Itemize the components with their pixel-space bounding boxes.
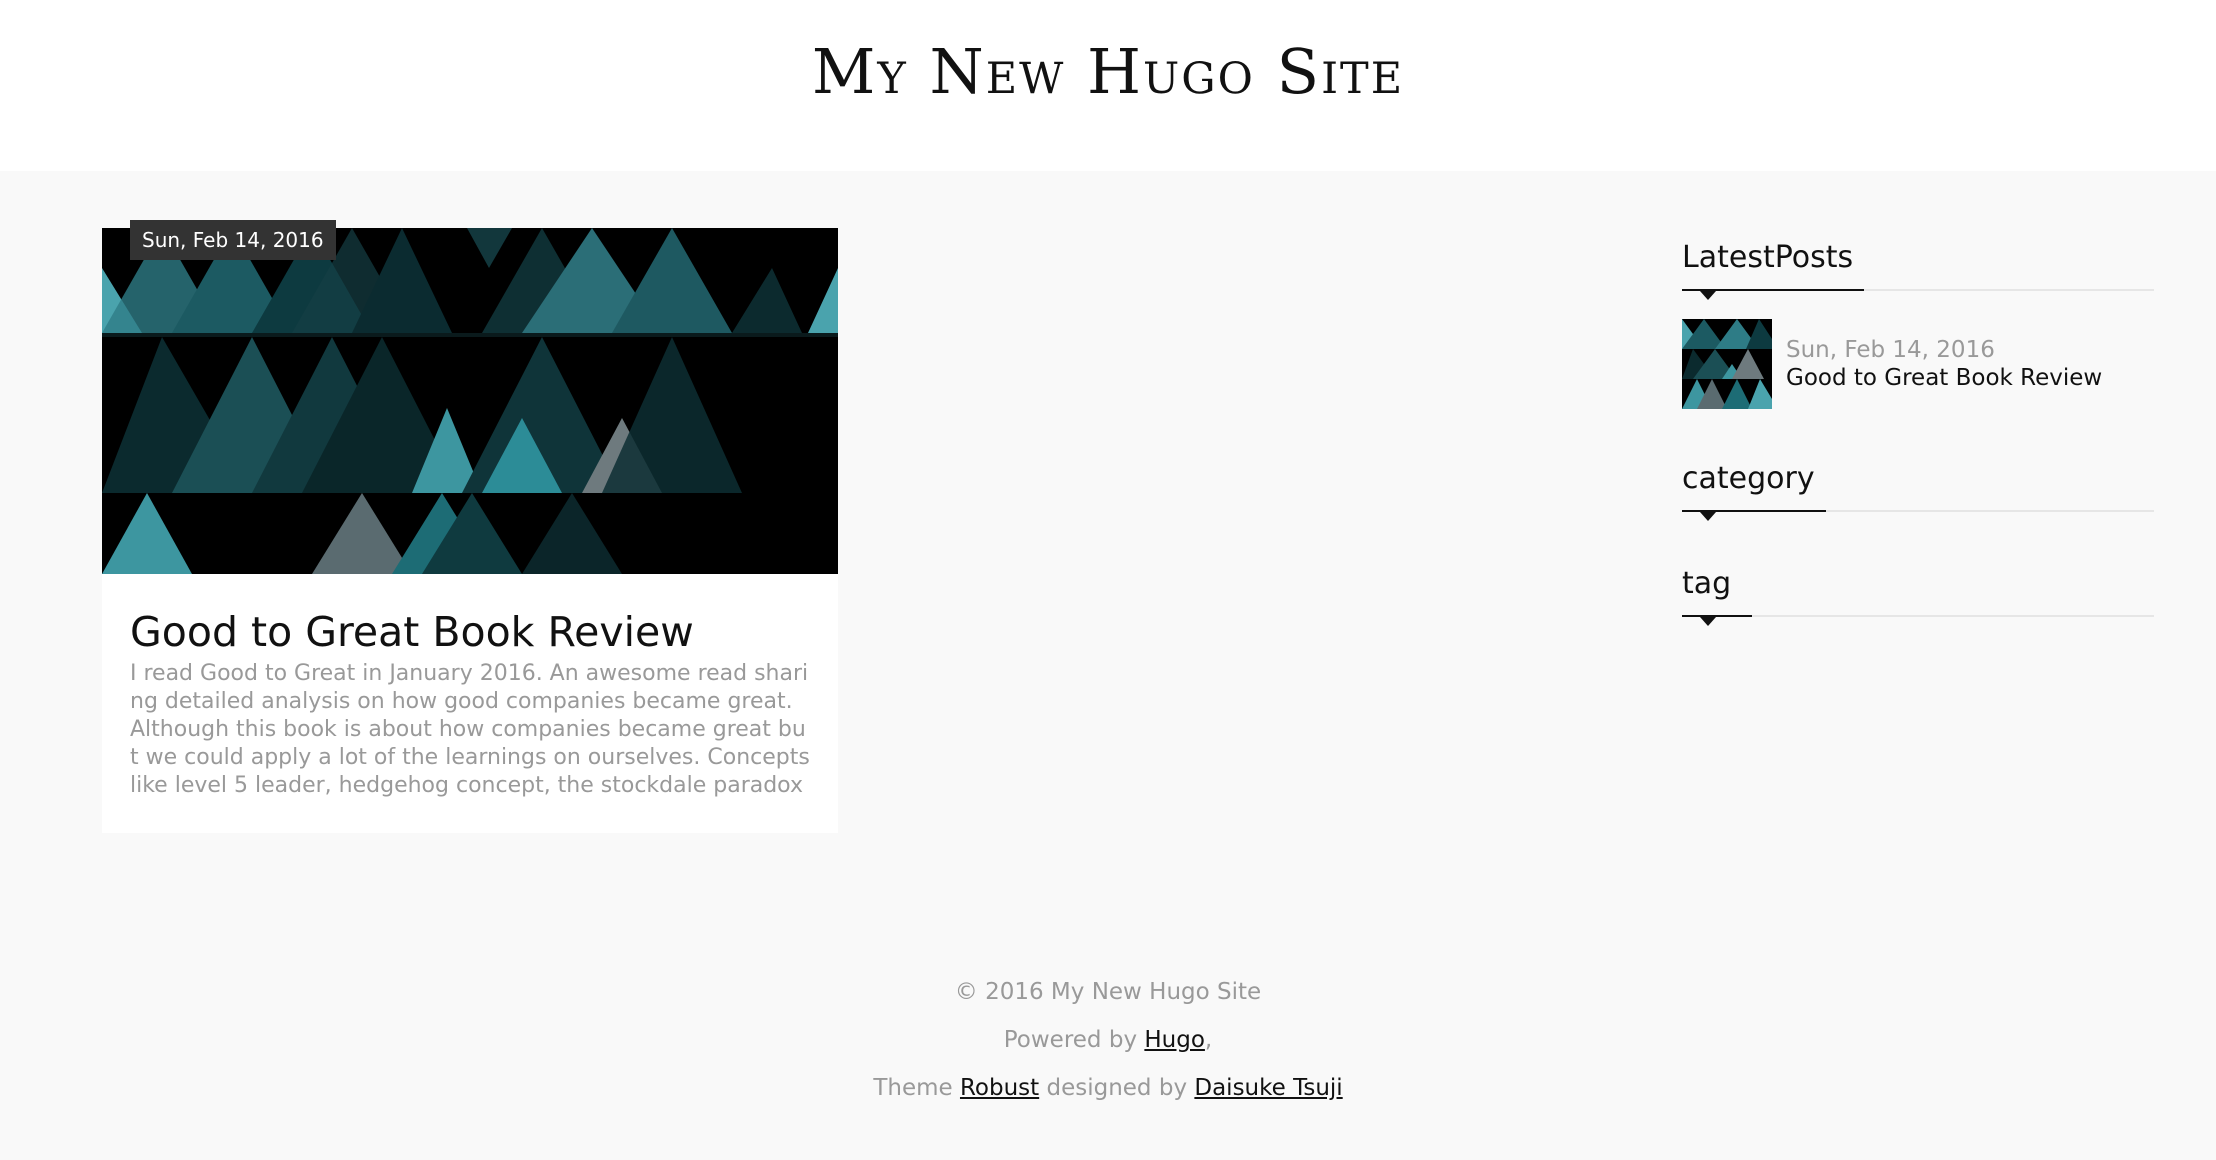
copyright-text: © 2016 My New Hugo Site <box>954 979 1262 1005</box>
widget-divider <box>1682 510 2154 521</box>
latest-post-text: Sun, Feb 14, 2016 Good to Great Book Rev… <box>1786 336 2102 392</box>
caret-down-icon <box>1700 512 1716 521</box>
category-heading: category <box>1682 461 1815 496</box>
triangle-pattern-image <box>102 228 838 574</box>
post-card[interactable]: Sun, Feb 14, 2016 Good to Great Book Rev… <box>102 220 838 833</box>
powered-by-label: Powered by <box>1003 1027 1138 1053</box>
tag-widget: tag <box>1682 566 2154 626</box>
theme-line: Theme Robust designed by Daisuke Tsuji <box>0 1068 2216 1116</box>
divider-accent <box>1682 615 1752 617</box>
latest-post-item[interactable]: Sun, Feb 14, 2016 Good to Great Book Rev… <box>1682 319 2154 409</box>
latest-post-date: Sun, Feb 14, 2016 <box>1786 337 1995 363</box>
triangle-pattern-image <box>1682 319 1772 409</box>
site-header: My New Hugo Site <box>0 0 2216 171</box>
powered-by-suffix: , <box>1204 1027 1213 1053</box>
robust-theme-link[interactable]: Robust <box>960 1075 1039 1101</box>
post-thumbnail[interactable] <box>102 228 838 574</box>
caret-down-icon <box>1700 291 1716 300</box>
latest-posts-widget: LatestPosts Sun, Feb 14, 2016 Good to Gr… <box>1682 240 2154 409</box>
latest-posts-heading: LatestPosts <box>1682 240 1854 275</box>
post-excerpt: I read Good to Great in January 2016. An… <box>130 661 810 798</box>
designer-link[interactable]: Daisuke Tsuji <box>1194 1075 1342 1101</box>
post-title[interactable]: Good to Great Book Review <box>130 608 820 656</box>
latest-post-thumbnail[interactable] <box>1682 319 1772 409</box>
widget-divider <box>1682 615 2154 626</box>
caret-down-icon <box>1700 617 1716 626</box>
post-date-badge: Sun, Feb 14, 2016 <box>130 220 336 260</box>
powered-by-line: Powered by Hugo, <box>0 1020 2216 1068</box>
site-footer: © 2016 My New Hugo Site Powered by Hugo,… <box>0 972 2216 1116</box>
copyright-line: © 2016 My New Hugo Site <box>0 972 2216 1020</box>
theme-label: Theme <box>873 1075 953 1101</box>
site-title[interactable]: My New Hugo Site <box>812 35 1404 108</box>
hugo-link[interactable]: Hugo <box>1144 1027 1205 1053</box>
sidebar: LatestPosts Sun, Feb 14, 2016 Good to Gr… <box>1682 240 2154 626</box>
designed-by-label: designed by <box>1046 1075 1188 1101</box>
latest-post-title[interactable]: Good to Great Book Review <box>1786 364 2102 392</box>
category-widget: category <box>1682 461 2154 521</box>
widget-divider <box>1682 289 2154 300</box>
tag-heading: tag <box>1682 566 1732 601</box>
